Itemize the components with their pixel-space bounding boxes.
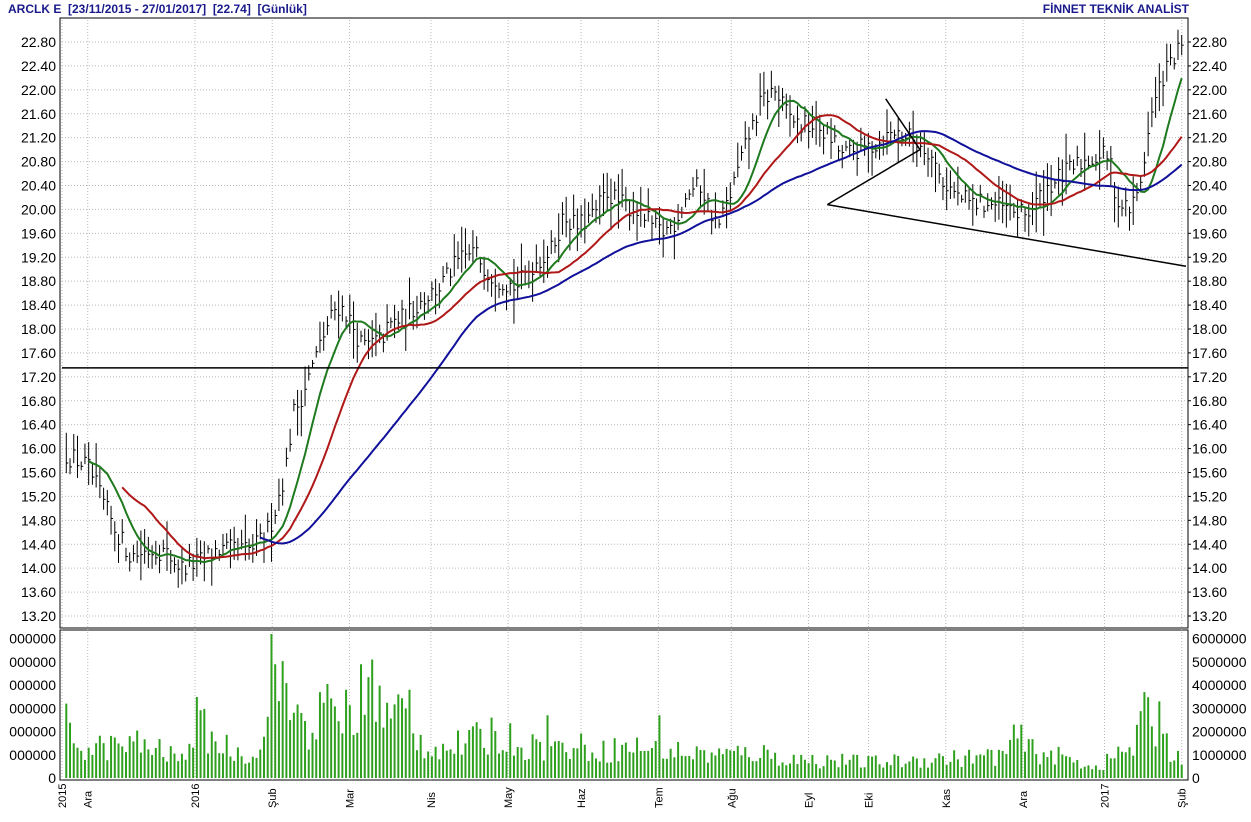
price-tick-label-right: 16.00 [1192, 441, 1227, 457]
price-tick-label-left: 13.20 [21, 608, 56, 624]
price-tick-label-left: 20.80 [21, 154, 56, 170]
price-tick-label-right: 14.00 [1192, 560, 1227, 576]
price-tick-label-right: 21.60 [1192, 106, 1227, 122]
volume-tick-label-right: 2000000 [1192, 724, 1247, 740]
chart-header: ARCLK E [23/11/2015 - 27/01/2017] [22.74… [0, 0, 1251, 18]
chart-title: ARCLK E [23/11/2015 - 27/01/2017] [22.74… [8, 2, 307, 16]
price-tick-label-left: 20.40 [21, 178, 56, 194]
volume-tick-label-right: 6000000 [1192, 631, 1247, 647]
symbol: ARCLK E [8, 2, 62, 16]
price-tick-label-right: 20.80 [1192, 154, 1227, 170]
price-tick-label-left: 14.40 [21, 536, 56, 552]
period: [Günlük] [257, 2, 307, 16]
price-tick-label-right: 13.20 [1192, 608, 1227, 624]
price-tick-label-right: 22.00 [1192, 82, 1227, 98]
price-tick-label-left: 17.60 [21, 345, 56, 361]
price-tick-label-right: 18.80 [1192, 273, 1227, 289]
price-tick-label-left: 16.00 [21, 441, 56, 457]
volume-tick-label-right: 4000000 [1192, 677, 1247, 693]
volume-tick-label-right: 1000000 [1192, 747, 1247, 763]
price-tick-label-left: 17.20 [21, 369, 56, 385]
price-tick-label-right: 14.80 [1192, 512, 1227, 528]
volume-tick-label-left: 0 [48, 770, 56, 786]
volume-tick-label-left: 000000 [9, 724, 56, 740]
volume-tick-label-left: 000000 [9, 747, 56, 763]
price-panel [59, 17, 1189, 629]
price-tick-label-left: 21.20 [21, 130, 56, 146]
price-tick-label-left: 22.40 [21, 58, 56, 74]
last-price: [22.74] [212, 2, 251, 16]
volume-tick-label-left: 000000 [9, 700, 56, 716]
date-tick-label: Ağu [726, 788, 738, 808]
price-tick-label-left: 22.80 [21, 34, 56, 50]
date-tick-label: 2015 [57, 784, 69, 808]
date-tick-label: Nis [426, 792, 438, 808]
volume-tick-label-left: 000000 [9, 677, 56, 693]
price-tick-label-left: 18.80 [21, 273, 56, 289]
price-tick-label-right: 17.20 [1192, 369, 1227, 385]
date-tick-label: Ara [1018, 790, 1030, 808]
price-tick-label-right: 20.00 [1192, 201, 1227, 217]
price-tick-label-left: 18.40 [21, 297, 56, 313]
price-tick-label-left: 19.60 [21, 225, 56, 241]
volume-tick-label-right: 3000000 [1192, 700, 1247, 716]
price-tick-label-right: 13.60 [1192, 584, 1227, 600]
date-tick-label: Tem [653, 787, 665, 808]
price-tick-label-right: 15.20 [1192, 488, 1227, 504]
price-tick-label-left: 14.00 [21, 560, 56, 576]
price-tick-label-left: 18.00 [21, 321, 56, 337]
date-tick-label: 2016 [190, 784, 202, 808]
volume-tick-label-left: 000000 [9, 654, 56, 670]
price-tick-label-left: 22.00 [21, 82, 56, 98]
date-tick-label: Mar [344, 789, 356, 808]
date-tick-label: Eyl [803, 793, 815, 808]
date-tick-label: Haz [576, 788, 588, 808]
price-tick-label-left: 16.40 [21, 417, 56, 433]
volume-tick-label-right: 5000000 [1192, 654, 1247, 670]
price-tick-label-left: 14.80 [21, 512, 56, 528]
price-tick-label-right: 16.80 [1192, 393, 1227, 409]
price-tick-label-right: 22.40 [1192, 58, 1227, 74]
date-tick-label: 2017 [1099, 784, 1111, 808]
volume-tick-label-right: 0 [1192, 770, 1200, 786]
date-tick-label: Ara [83, 790, 95, 808]
price-tick-label-left: 21.60 [21, 106, 56, 122]
date-tick-label: Şub [1177, 788, 1189, 808]
date-tick-label: Kas [941, 789, 953, 808]
chart: 22.80 22.80 22.40 22.40 22.00 22.00 21.60 21.60… [0, 0, 1251, 822]
price-tick-label-right: 15.60 [1192, 465, 1227, 481]
price-tick-label-right: 17.60 [1192, 345, 1227, 361]
price-tick-label-right: 19.60 [1192, 225, 1227, 241]
price-tick-label-right: 22.80 [1192, 34, 1227, 50]
price-tick-label-right: 18.40 [1192, 297, 1227, 313]
date-tick-label: May [503, 787, 515, 808]
volume-tick-label-left: 000000 [9, 631, 56, 647]
price-tick-label-left: 16.80 [21, 393, 56, 409]
price-tick-label-right: 16.40 [1192, 417, 1227, 433]
price-tick-label-left: 20.00 [21, 201, 56, 217]
date-range: [23/11/2015 - 27/01/2017] [68, 2, 207, 16]
price-tick-label-right: 14.40 [1192, 536, 1227, 552]
price-tick-label-right: 19.20 [1192, 249, 1227, 265]
price-tick-label-left: 13.60 [21, 584, 56, 600]
price-tick-label-left: 15.20 [21, 488, 56, 504]
volume-panel [59, 629, 1189, 781]
price-tick-label-right: 20.40 [1192, 178, 1227, 194]
brand: FİNNET TEKNİK ANALİST [1042, 2, 1189, 16]
date-tick-label: Şub [267, 788, 279, 808]
price-tick-label-right: 18.00 [1192, 321, 1227, 337]
price-tick-label-left: 19.20 [21, 249, 56, 265]
date-tick-label: Eki [864, 793, 876, 808]
price-tick-label-left: 15.60 [21, 465, 56, 481]
price-tick-label-right: 21.20 [1192, 130, 1227, 146]
